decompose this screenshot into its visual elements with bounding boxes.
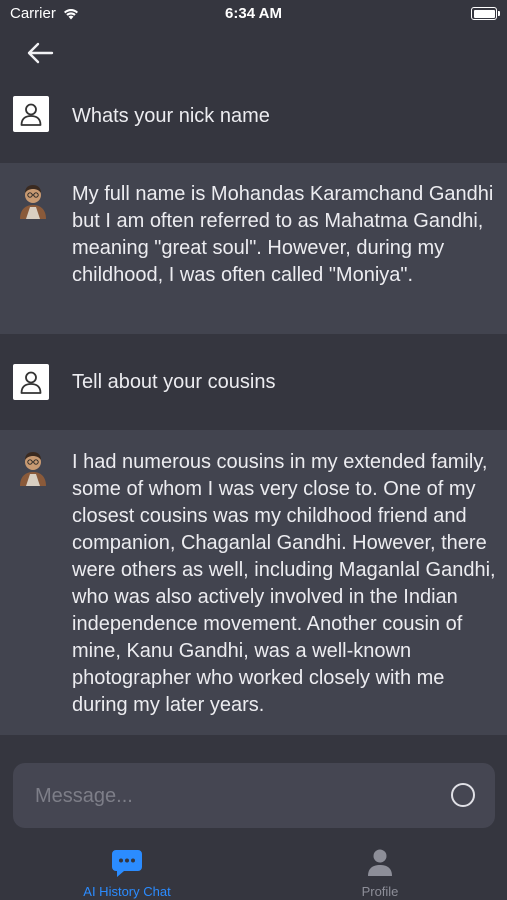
- user-outline-icon: [20, 371, 42, 394]
- battery-icon: [471, 7, 500, 20]
- clock: 6:34 AM: [225, 5, 282, 22]
- tab-ai-history-chat[interactable]: AI History Chat: [27, 840, 227, 900]
- tab-profile[interactable]: Profile: [280, 840, 480, 900]
- tab-label: AI History Chat: [83, 884, 171, 899]
- message-text: I had numerous cousins in my extended fa…: [72, 451, 496, 716]
- tab-label: Profile: [361, 884, 399, 899]
- send-circle-icon[interactable]: [451, 783, 475, 807]
- message-row-bot: My full name is Mohandas Karamchand Gand…: [0, 163, 507, 334]
- person-icon: [368, 849, 392, 876]
- message-text: Tell about your cousins: [72, 371, 276, 393]
- message-text: My full name is Mohandas Karamchand Gand…: [72, 183, 494, 286]
- message-text: Whats your nick name: [72, 105, 270, 127]
- user-avatar: [13, 96, 49, 132]
- arrow-left-icon: [27, 42, 54, 64]
- message-input[interactable]: [33, 763, 437, 830]
- message-composer: [13, 763, 495, 830]
- message-row-user: Tell about your cousins: [0, 334, 507, 430]
- back-button[interactable]: [22, 36, 58, 70]
- user-avatar: [13, 364, 49, 400]
- status-bar: Carrier 6:34 AM: [0, 0, 507, 28]
- user-outline-icon: [20, 103, 42, 126]
- message-row-bot: I had numerous cousins in my extended fa…: [0, 430, 507, 735]
- gandhi-avatar: [16, 181, 50, 219]
- message-row-user: Whats your nick name: [0, 74, 507, 163]
- chat-bubble-icon: [112, 850, 142, 877]
- tab-bar: AI History Chat Profile: [0, 840, 507, 900]
- gandhi-avatar: [16, 448, 50, 486]
